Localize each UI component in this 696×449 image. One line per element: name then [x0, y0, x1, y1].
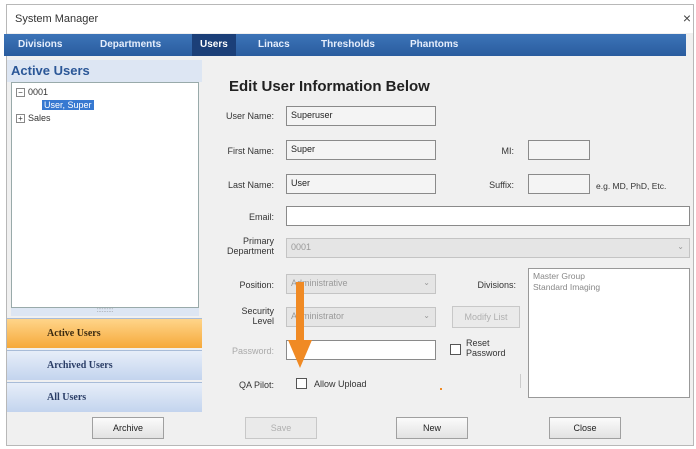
tree-node-user-super[interactable]: User, Super [42, 100, 94, 110]
suffix-field[interactable] [528, 174, 590, 194]
chevron-down-icon: ⌄ [423, 278, 430, 287]
divisions-label: Divisions: [477, 280, 516, 290]
divisions-list[interactable]: Master Group Standard Imaging [528, 268, 690, 398]
tab-departments[interactable]: Departments [92, 34, 169, 56]
mi-field[interactable] [528, 140, 590, 160]
chevron-down-icon: ⌄ [677, 242, 684, 251]
primary-dept-select[interactable]: 0001 ⌄ [286, 238, 690, 258]
qa-pilot-label: QA Pilot: [238, 380, 274, 390]
list-item[interactable]: Standard Imaging [533, 282, 685, 293]
new-button[interactable]: New [396, 417, 468, 439]
allow-upload-label: Allow Upload [314, 379, 367, 389]
tab-thresholds[interactable]: Thresholds [313, 34, 383, 56]
tab-phantoms[interactable]: Phantoms [402, 34, 466, 56]
primary-dept-label-line2: Department [226, 246, 274, 256]
tab-linacs[interactable]: Linacs [250, 34, 298, 56]
separator-line [520, 374, 521, 388]
email-label: Email: [248, 212, 274, 222]
close-button[interactable]: Close [549, 417, 621, 439]
tree-node-label: 0001 [28, 87, 49, 97]
users-sidebar: Active Users −0001 User, Super + Sales ::… [7, 60, 202, 412]
tab-users[interactable]: Users [192, 34, 236, 56]
user-tree[interactable]: −0001 User, Super + Sales [11, 82, 199, 308]
title-bar: System Manager × [7, 5, 693, 33]
annotation-dot [440, 388, 442, 390]
annotation-arrow-icon [288, 282, 312, 368]
security-label-line2: Level [252, 316, 274, 326]
firstname-field[interactable]: Super [286, 140, 436, 160]
tree-node-label: Sales [28, 113, 51, 123]
tree-node-sales[interactable]: + Sales [16, 113, 51, 124]
lastname-label: Last Name: [227, 180, 274, 190]
menu-bar: Divisions Departments Users Linacs Thres… [4, 34, 686, 56]
save-button[interactable]: Save [245, 417, 317, 439]
close-icon[interactable]: × [683, 10, 691, 26]
archive-button[interactable]: Archive [92, 417, 164, 439]
security-level-label: Security Level [214, 306, 274, 326]
reset-password-checkbox[interactable] [450, 344, 461, 355]
panel-splitter[interactable]: :::::::::: [11, 308, 199, 316]
suffix-hint: e.g. MD, PhD, Etc. [596, 181, 667, 191]
nav-archived-users[interactable]: Archived Users [7, 350, 202, 380]
tab-divisions[interactable]: Divisions [10, 34, 70, 56]
expand-icon[interactable]: + [16, 114, 25, 124]
mi-label: MI: [501, 146, 515, 156]
allow-upload-checkbox[interactable] [296, 378, 307, 389]
list-item[interactable]: Master Group [533, 271, 685, 282]
active-users-header: Active Users [7, 60, 202, 82]
nav-all-users[interactable]: All Users [7, 382, 202, 412]
reset-label-line2: Password [466, 348, 506, 358]
reset-password-label: Reset Password [466, 338, 506, 358]
position-label: Position: [239, 280, 274, 290]
modify-list-button[interactable]: Modify List [452, 306, 520, 328]
tree-node-0001[interactable]: −0001 [16, 87, 49, 98]
tree-node-selected-label: User, Super [42, 100, 94, 110]
primary-dept-value: 0001 [291, 242, 312, 252]
window-title: System Manager [15, 13, 99, 25]
username-field[interactable]: Superuser [286, 106, 436, 126]
suffix-label: Suffix: [489, 180, 514, 190]
firstname-label: First Name: [227, 146, 274, 156]
reset-label-line1: Reset [466, 338, 490, 348]
form-heading: Edit User Information Below [229, 78, 430, 95]
collapse-icon[interactable]: − [16, 88, 25, 98]
primary-dept-label-line1: Primary [243, 236, 274, 246]
username-label: User Name: [225, 111, 274, 121]
nav-active-users[interactable]: Active Users [7, 318, 202, 348]
password-label: Password: [231, 346, 274, 356]
chevron-down-icon: ⌄ [423, 311, 430, 320]
primary-dept-label: Primary Department [214, 236, 274, 256]
email-field[interactable] [286, 206, 690, 226]
security-label-line1: Security [241, 306, 274, 316]
lastname-field[interactable]: User [286, 174, 436, 194]
